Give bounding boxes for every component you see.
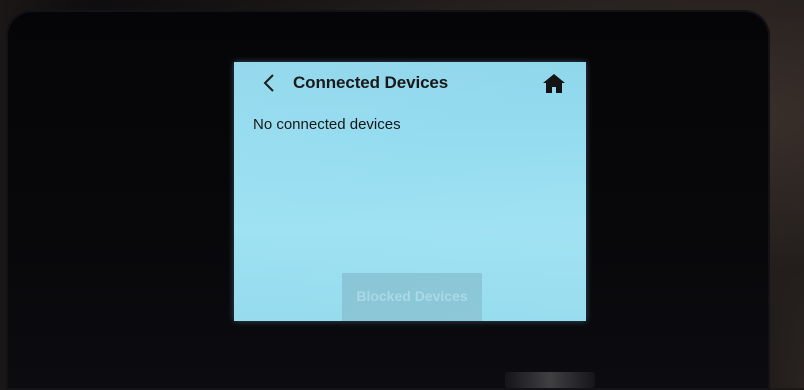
screen-header: Connected Devices <box>234 62 586 102</box>
bezel-reflection <box>505 372 595 388</box>
home-icon[interactable] <box>542 72 566 94</box>
device-screen: Connected Devices No connected devices B… <box>234 62 586 321</box>
page-title: Connected Devices <box>293 73 449 92</box>
chevron-left-icon[interactable] <box>260 72 280 94</box>
blocked-devices-label: Blocked Devices <box>356 288 468 304</box>
blocked-devices-button[interactable]: Blocked Devices <box>342 273 482 321</box>
empty-state-message: No connected devices <box>253 116 401 133</box>
